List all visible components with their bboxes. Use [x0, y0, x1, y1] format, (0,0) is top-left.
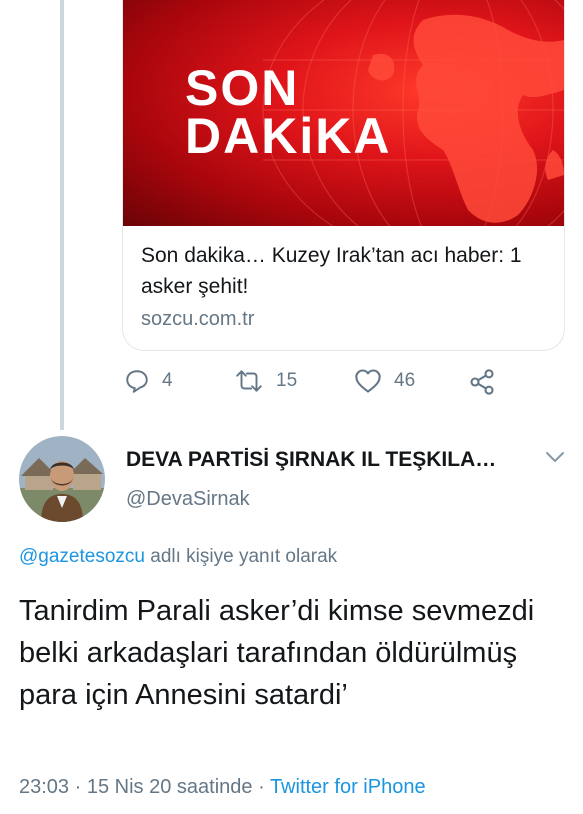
user-handle[interactable]: @DevaSirnak	[126, 488, 250, 511]
share-button[interactable]	[468, 368, 508, 396]
share-icon	[470, 369, 494, 395]
profile-photo	[19, 436, 105, 522]
tweet-source-link[interactable]: Twitter for iPhone	[270, 776, 426, 798]
card-image-headline: SON DAKiKA	[185, 60, 392, 164]
card-image-line2: DAKiKA	[185, 108, 392, 164]
tweet-actions: 4 15 46	[124, 368, 504, 398]
tweet-meta: 23:03 · 15 Nis 20 saatinde · Twitter for…	[19, 776, 426, 799]
card-image-line1: SON	[185, 60, 300, 116]
reply-suffix: adlı kişiye yanıt olarak	[144, 546, 338, 567]
retweet-button[interactable]: 15	[234, 368, 297, 394]
retweet-count: 15	[276, 370, 298, 391]
link-card[interactable]: SON DAKiKA Son dakika… Kuzey Irak’tan ac…	[122, 0, 565, 351]
chevron-down-icon	[546, 452, 564, 462]
reply-count: 4	[162, 370, 173, 391]
heart-icon	[355, 369, 381, 393]
replying-to: @gazetesozcu adlı kişiye yanıt olarak	[19, 546, 337, 568]
more-options-button[interactable]	[544, 450, 566, 469]
thread-line	[60, 0, 64, 430]
card-image[interactable]: SON DAKiKA	[123, 0, 564, 226]
card-title[interactable]: Son dakika… Kuzey Irak’tan acı haber: 1 …	[141, 240, 546, 302]
avatar[interactable]	[19, 436, 105, 522]
reply-button[interactable]: 4	[124, 368, 173, 394]
like-count: 46	[394, 370, 416, 391]
retweet-icon	[236, 370, 262, 392]
meta-separator: ·	[69, 776, 87, 798]
meta-separator: ·	[252, 776, 270, 798]
reply-mention-link[interactable]: @gazetesozcu	[19, 546, 145, 567]
tweet-text: Tanirdim Parali asker’di kimse sevmezdi …	[19, 595, 535, 711]
display-name[interactable]: DEVA PARTİSİ ŞIRNAK IL TEŞKILA…	[126, 448, 496, 472]
tweet-time[interactable]: 23:03	[19, 776, 69, 798]
like-button[interactable]: 46	[354, 368, 415, 394]
reply-icon	[126, 370, 148, 393]
tweet-date[interactable]: 15 Nis 20 saatinde	[87, 776, 253, 798]
card-domain[interactable]: sozcu.com.tr	[141, 308, 546, 331]
